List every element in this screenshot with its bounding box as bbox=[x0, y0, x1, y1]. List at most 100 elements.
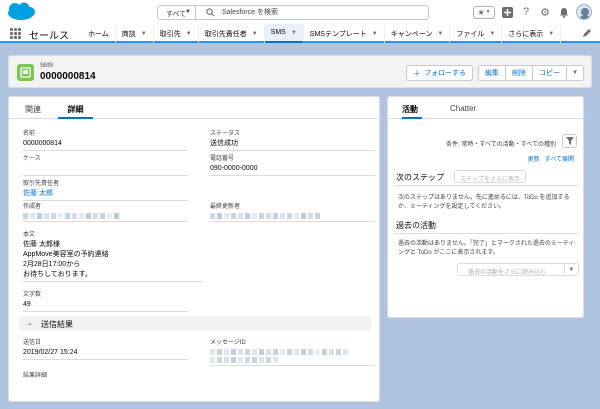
field-result-detail: 結果詳細 bbox=[23, 372, 188, 390]
edit-button[interactable]: 編集 bbox=[478, 65, 507, 81]
field-label: 電話番号 bbox=[210, 156, 235, 162]
nav-tab[interactable]: ファイル ▼ bbox=[450, 24, 503, 43]
detail-tabs: 関連 詳細 bbox=[9, 97, 381, 119]
activity-tabs: 活動 Chatter bbox=[388, 97, 585, 119]
field-label: 取引先責任者 bbox=[23, 181, 60, 187]
contact-link[interactable]: 佐藤 太郎 bbox=[23, 189, 188, 198]
nav-tab[interactable]: SMSテンプレート ▼ bbox=[304, 24, 385, 43]
section-header-send-result[interactable]: ⌄ 送信結果 bbox=[19, 316, 371, 331]
delete-button[interactable]: 削除 bbox=[505, 65, 534, 81]
nav-tab[interactable]: SMS ▼ bbox=[264, 24, 304, 43]
field-label: 文字数 bbox=[23, 292, 42, 298]
activity-panel: 活動 Chatter 条件: 常時・すべての活動・すべての種別 更新 すべて展開… bbox=[387, 96, 585, 318]
body-line: 佐藤 太郎様 bbox=[23, 241, 60, 248]
load-more-button[interactable]: 過去の活動をさらに読み込む bbox=[457, 263, 565, 276]
body-line: AppMove美容室の予約連絡 bbox=[23, 251, 109, 258]
app-launcher-icon[interactable] bbox=[10, 28, 21, 39]
field-value: 送信成功 bbox=[210, 140, 238, 147]
app-navigation: セールス ホーム 商談 ▼ 取引先 ▼ 取引先責任者 ▼ SMS ▼ SMSテンプレート ▼ キャンペ… bbox=[0, 24, 600, 43]
past-activity-title: 過去の活動 bbox=[396, 221, 436, 230]
field-modified-by: 最終更新者 bbox=[210, 203, 375, 222]
chevron-down-icon[interactable]: ▼ bbox=[252, 31, 258, 37]
plus-icon: ＋ bbox=[413, 68, 422, 78]
nav-tab-label: ファイル bbox=[456, 30, 485, 38]
nav-tab[interactable]: キャンペーン ▼ bbox=[385, 24, 451, 43]
tab-chatter[interactable]: Chatter bbox=[450, 97, 476, 119]
field-label: 最終更新者 bbox=[210, 204, 241, 210]
pixelated-value bbox=[210, 213, 375, 219]
edit-nav-pencil-icon[interactable] bbox=[582, 28, 592, 38]
more-actions-button[interactable]: ▼ bbox=[566, 65, 584, 81]
field-contact: 取引先責任者 佐藤 太郎 bbox=[23, 180, 188, 201]
nav-tab-label: 取引先 bbox=[159, 30, 181, 38]
notifications-bell-icon[interactable] bbox=[557, 5, 571, 19]
field-label: 名前 bbox=[23, 131, 36, 137]
field-sent-date: 送信日 2019/02/27 15:24 bbox=[23, 339, 188, 360]
refresh-link[interactable]: 更新 bbox=[528, 154, 540, 163]
chevron-down-icon[interactable]: ▼ bbox=[565, 263, 579, 276]
nav-tab[interactable]: 取引先責任者 ▼ bbox=[199, 24, 265, 43]
activity-filter-text: 条件: 常時・すべての活動・すべての種別 bbox=[445, 142, 556, 148]
tab-details[interactable]: 詳細 bbox=[58, 97, 93, 119]
nav-tab-label: さらに表示 bbox=[508, 30, 544, 38]
nav-tabs: ホーム 商談 ▼ 取引先 ▼ 取引先責任者 ▼ SMS ▼ SMSテンプレート ▼ キャンペーン ▼ ファ… bbox=[82, 24, 562, 43]
activity-links: 更新 すべて展開 bbox=[528, 154, 574, 163]
pixelated-value bbox=[210, 349, 375, 355]
chevron-down-icon[interactable]: ▼ bbox=[186, 31, 192, 37]
nav-tab-label: SMSテンプレート bbox=[309, 30, 367, 38]
app-name: セールス bbox=[29, 31, 69, 42]
chevron-down-icon[interactable]: ▼ bbox=[548, 31, 554, 37]
field-label: 送信日 bbox=[23, 340, 42, 346]
field-phone: 電話番号 090-0000-0000 bbox=[210, 155, 375, 176]
filter-button[interactable] bbox=[562, 134, 577, 148]
setup-gear-icon[interactable]: ⚙ bbox=[538, 5, 552, 19]
more-steps-button[interactable]: ステップをさらに表示 bbox=[454, 170, 527, 183]
field-status: ステータス 送信成功 bbox=[210, 130, 375, 151]
section-title: 送信結果 bbox=[41, 320, 73, 329]
next-steps-empty-message: 次のステップはありません。先に進めるには、ToDo を追加するか、ミーティングを… bbox=[398, 195, 570, 210]
field-message-id: メッセージID bbox=[210, 339, 375, 366]
next-steps-title: 次のステップ bbox=[396, 173, 444, 182]
copy-button[interactable]: コピー bbox=[532, 65, 568, 81]
nav-tab[interactable]: ホーム bbox=[82, 24, 116, 43]
avatar[interactable] bbox=[576, 4, 592, 20]
nav-tab-label: 商談 bbox=[121, 30, 136, 38]
add-icon[interactable] bbox=[500, 5, 514, 19]
chevron-down-icon: ⌄ bbox=[27, 320, 33, 327]
chevron-down-icon: ▼ bbox=[572, 70, 578, 76]
search-input[interactable] bbox=[222, 7, 422, 18]
salesforce-logo-icon[interactable] bbox=[5, 2, 37, 22]
favorites-button[interactable]: ★ ▼ bbox=[473, 5, 495, 19]
expand-all-link[interactable]: すべて展開 bbox=[545, 154, 574, 163]
record-header: SMS 0000000814 ＋フォローする 編集 削除 コピー ▼ bbox=[8, 55, 592, 88]
search-scope-dropdown[interactable]: すべて ▼ bbox=[158, 6, 196, 19]
body-line: お待ちしております。 bbox=[23, 271, 92, 278]
body-line: 2月28日17:00から bbox=[23, 261, 81, 268]
field-label: メッセージID bbox=[210, 340, 246, 346]
filter-funnel-icon bbox=[565, 137, 574, 145]
chevron-down-icon[interactable]: ▼ bbox=[372, 31, 378, 37]
field-char-count: 文字数 49 bbox=[23, 291, 188, 312]
next-steps-header: 次のステップ ステップをさらに表示 bbox=[394, 169, 578, 186]
nav-tab[interactable]: さらに表示 ▼ bbox=[502, 24, 562, 43]
field-label: ケース bbox=[23, 156, 41, 162]
chevron-down-icon[interactable]: ▼ bbox=[141, 31, 147, 37]
nav-tab[interactable]: 商談 ▼ bbox=[116, 24, 154, 43]
chevron-down-icon[interactable]: ▼ bbox=[291, 30, 297, 36]
tab-activity[interactable]: 活動 bbox=[402, 97, 422, 119]
record-title: 0000000814 bbox=[40, 71, 96, 82]
chevron-down-icon[interactable]: ▼ bbox=[437, 31, 443, 37]
tab-related[interactable]: 関連 bbox=[23, 97, 43, 119]
follow-button[interactable]: ＋フォローする bbox=[406, 65, 474, 81]
past-activity-header: 過去の活動 bbox=[394, 217, 578, 234]
field-case: ケース bbox=[23, 155, 188, 176]
field-value: 2019/02/27 15:24 bbox=[23, 349, 78, 356]
record-detail-panel: 関連 詳細 名前 0000000814 ステータス 送信成功 ケース 電話番号 … bbox=[8, 96, 381, 402]
favorites-star-icon: ★ bbox=[477, 7, 485, 17]
field-label: 結果詳細 bbox=[23, 373, 48, 379]
help-icon[interactable]: ? bbox=[519, 5, 533, 19]
chevron-down-icon: ▼ bbox=[485, 9, 491, 15]
chevron-down-icon[interactable]: ▼ bbox=[489, 31, 495, 37]
nav-tab[interactable]: 取引先 ▼ bbox=[154, 24, 199, 43]
field-label: ステータス bbox=[210, 131, 241, 137]
